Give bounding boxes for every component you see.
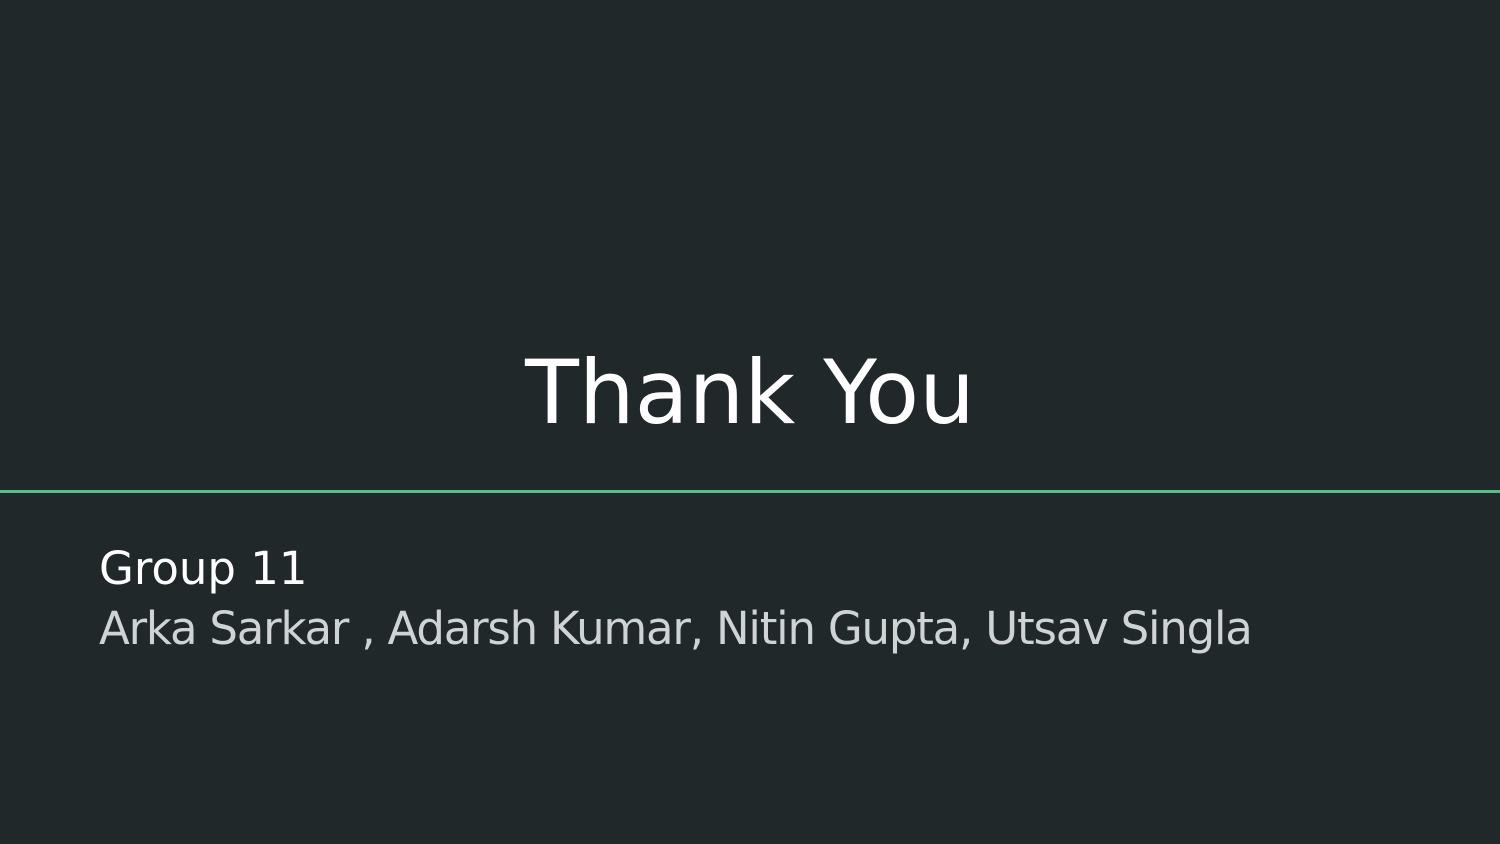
member-names: Arka Sarkar , Adarsh Kumar, Nitin Gupta,… (99, 602, 1253, 655)
slide-subtitle: Group 11 Arka Sarkar , Adarsh Kumar, Nit… (99, 541, 1439, 661)
slide: Thank You Group 11 Arka Sarkar , Adarsh … (0, 0, 1500, 844)
accent-divider (0, 490, 1500, 493)
group-label: Group 11 (99, 542, 308, 595)
slide-title: Thank You (525, 341, 975, 444)
